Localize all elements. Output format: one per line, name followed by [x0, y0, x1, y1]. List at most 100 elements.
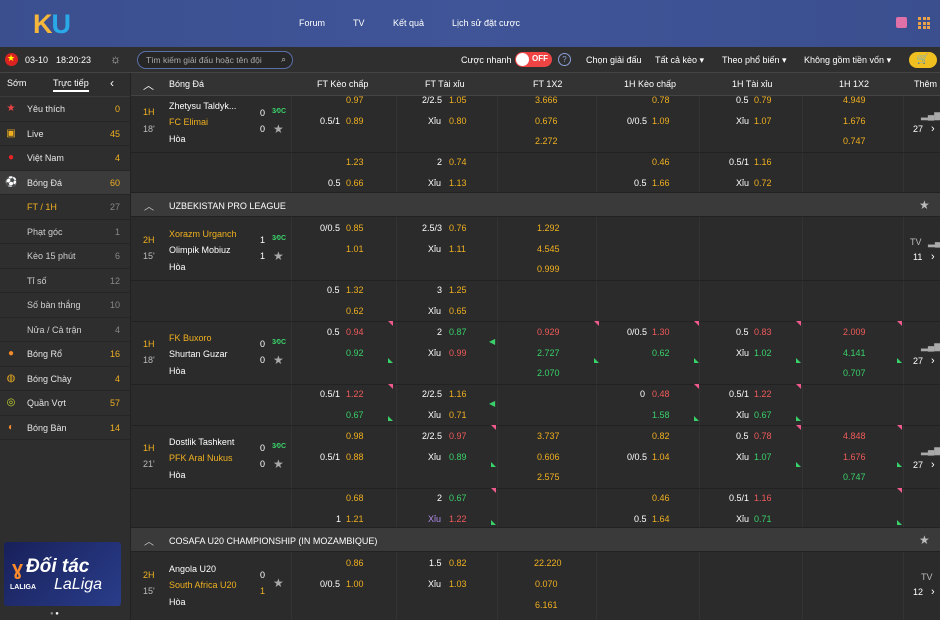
league-header[interactable]: ︿ UZBEKISTAN PRO LEAGUE ★	[131, 192, 940, 217]
more-markets-count[interactable]: 12	[913, 587, 923, 597]
stats-bars-icon[interactable]: ▂▄▆	[921, 445, 940, 456]
away-team: Shurtan Guzar	[169, 349, 228, 359]
away-team: PFK Aral Nukus	[169, 453, 233, 463]
help-icon[interactable]: ?	[558, 53, 571, 66]
sidebar-item-favorites[interactable]: ★ Yêu thích 0	[0, 97, 130, 122]
sidebar-item-vietnam[interactable]: ● Việt Nam 4	[0, 146, 130, 171]
nav-results[interactable]: Kết quả	[393, 18, 424, 28]
tennis-icon: ◎	[6, 397, 16, 408]
extra-odds-row: 0.68 2 0.67 0.46 0.5/1 1.16 1 1.21 Xỉu 1…	[131, 488, 940, 529]
favorite-league-star-icon[interactable]: ★	[919, 533, 930, 547]
favorite-star-icon[interactable]: ★	[273, 457, 284, 471]
quick-bet-toggle[interactable]: OFF	[515, 52, 552, 67]
away-team: FC Elimai	[169, 117, 209, 127]
search-icon[interactable]: ⌕	[281, 54, 286, 65]
nav-forum[interactable]: Forum	[299, 18, 325, 28]
sidebar-sub-corners[interactable]: Phạt góc 1	[0, 220, 130, 244]
tv-stream-icon[interactable]: TV	[921, 572, 933, 582]
favorite-star-icon[interactable]: ★	[273, 249, 284, 263]
sidebar-sub-goals[interactable]: Số bàn thắng 10	[0, 293, 130, 318]
away-team: South Africa U20	[169, 580, 237, 590]
home-team: Angola U20	[169, 564, 217, 574]
ku-logo[interactable]: KU	[33, 9, 71, 40]
match-row: 1H 18' Zhetysu Taldyk... FC Elimai Hòa 0…	[143, 95, 940, 146]
sidebar-item-table-tennis[interactable]: ◐ Bóng Bàn 14	[0, 416, 130, 440]
live-stats-icon[interactable]: 3⁄0C	[272, 108, 286, 115]
extra-odds-row: 0.5/1 1.22 2/2.5 1.16 0 0.48 0.5/1 1.22 …	[131, 384, 940, 425]
favorite-league-star-icon[interactable]: ★	[919, 198, 930, 212]
baseball-icon: ◍	[6, 372, 16, 384]
sidebar-item-baseball[interactable]: ◍ Bóng Chày 4	[0, 367, 130, 391]
table-header: ︿ Bóng Đá FT Kèo chấp FT Tài xỉu FT 1X2 …	[131, 73, 940, 96]
stats-bars-icon[interactable]: ▂▄	[928, 237, 940, 248]
match-row: 2H 15' Angola U20 South Africa U20 Hòa 0…	[143, 558, 935, 610]
chevron-right-icon[interactable]: ›	[931, 586, 935, 598]
more-markets-count[interactable]: 11	[913, 252, 922, 262]
sidebar-sub-15min[interactable]: Kèo 15 phút 6	[0, 244, 130, 269]
collapse-league-icon[interactable]: ︿	[144, 533, 154, 548]
theme-sun-icon[interactable]: ☼	[110, 52, 121, 66]
sidebar: Sớm Trực tiếp ‹ ★ Yêu thích 0 ▣ Live 45 ● Việ…	[0, 73, 131, 620]
extra-odds-row: 0.5 1.32 3 1.25 0.62 Xỉu 0.65	[327, 285, 467, 316]
favorite-star-icon[interactable]: ★	[273, 576, 284, 590]
favorite-star-icon[interactable]: ★	[273, 353, 284, 367]
home-team: Xorazm Urganch	[169, 229, 237, 239]
apps-grid-icon[interactable]	[918, 17, 930, 29]
star-icon: ★	[6, 103, 16, 114]
nav-bet-history[interactable]: Lịch sử đặt cược	[452, 18, 520, 28]
sidebar-item-basketball[interactable]: ● Bóng Rổ 16	[0, 342, 130, 367]
capital-dropdown[interactable]: Không gồm tiền vốn ▾	[804, 55, 891, 66]
laliga-partner-banner[interactable]: ɣ Đối tác LaLiga LALIGA	[4, 542, 121, 606]
sidebar-item-football[interactable]: ⚽ Bóng Đá 60	[0, 170, 130, 195]
tab-live[interactable]: Trực tiếp	[53, 78, 89, 92]
stats-bars-icon[interactable]: ▂▄▆	[921, 110, 940, 121]
live-stats-icon[interactable]: 3⁄0C	[272, 443, 286, 450]
clock: 18:20:23	[56, 55, 92, 65]
collapse-league-icon[interactable]: ︿	[144, 198, 154, 213]
match-row: 1H 18' FK Buxoro Shurtan Guzar Hòa 0 0 3…	[131, 321, 940, 384]
away-team: Olimpik Mobiuz	[169, 245, 231, 255]
chevron-right-icon[interactable]: ›	[931, 251, 935, 263]
vietnam-flag-icon: ●	[7, 152, 15, 163]
sidebar-sub-score[interactable]: Tỉ số 12	[0, 269, 130, 293]
favorite-star-icon[interactable]: ★	[273, 122, 284, 136]
sidebar-item-live[interactable]: ▣ Live 45	[0, 122, 130, 146]
sidebar-sub-ft-1h[interactable]: FT / 1H 27	[0, 195, 130, 220]
match-row: 2H 15' Xorazm Urganch Olimpik Mobiuz Hòa…	[143, 223, 940, 274]
basketball-icon: ●	[7, 348, 15, 359]
home-team: FK Buxoro	[169, 333, 212, 343]
vietnam-flag-icon[interactable]	[5, 53, 18, 66]
tab-early[interactable]: Sớm	[7, 78, 26, 88]
tv-stream-icon[interactable]: TV	[910, 237, 922, 247]
match-row: 1H 21' Dostlik Tashkent PFK Aral Nukus H…	[131, 425, 940, 488]
gift-icon[interactable]	[896, 17, 907, 28]
nav-tv[interactable]: TV	[353, 18, 365, 28]
sidebar-item-tennis[interactable]: ◎ Quần Vợt 57	[0, 391, 130, 416]
chevron-right-icon[interactable]: ›	[931, 459, 935, 471]
live-stats-icon[interactable]: 3⁄0C	[272, 235, 286, 242]
more-markets-count[interactable]: 27	[913, 124, 923, 134]
live-stats-icon[interactable]: 3⁄0C	[272, 339, 286, 346]
odds-filter-dropdown[interactable]: Tất cả kèo ▾	[655, 55, 704, 66]
bet-slip-cart-icon[interactable]: 🛒	[909, 52, 937, 68]
top-header: KU Forum TV Kết quả Lịch sử đặt cược	[0, 0, 940, 47]
laliga-logo-icon: ɣ	[12, 558, 24, 580]
banner-pagination-dots[interactable]: ● ●	[50, 611, 59, 617]
league-select-button[interactable]: Chọn giải đấu	[586, 55, 642, 65]
sidebar-sub-half-full[interactable]: Nửa / Cả trận 4	[0, 318, 130, 342]
date: 03-10	[25, 55, 49, 65]
chevron-right-icon[interactable]: ›	[931, 355, 935, 367]
toolbar: 03-10 18:20:23 ☼ Tìm kiếm giải đấu hoặc …	[0, 47, 940, 73]
search-input[interactable]: Tìm kiếm giải đấu hoặc tên đội ⌕	[137, 51, 293, 69]
stats-bars-icon[interactable]: ▂▄▆	[921, 341, 940, 352]
collapse-sidebar-icon[interactable]: ‹	[110, 76, 114, 90]
home-team: Zhetysu Taldyk...	[169, 101, 237, 111]
football-icon: ⚽	[5, 176, 18, 188]
chevron-right-icon[interactable]: ›	[931, 123, 935, 135]
more-markets-count[interactable]: 27	[913, 460, 923, 470]
collapse-all-icon[interactable]: ︿	[143, 77, 154, 93]
sort-dropdown[interactable]: Theo phổ biến ▾	[722, 55, 787, 66]
more-markets-count[interactable]: 27	[913, 356, 923, 366]
quick-bet-label: Cược nhanh	[461, 55, 512, 65]
league-header[interactable]: ︿ COSAFA U20 CHAMPIONSHIP (IN MOZAMBIQUE…	[131, 527, 940, 552]
